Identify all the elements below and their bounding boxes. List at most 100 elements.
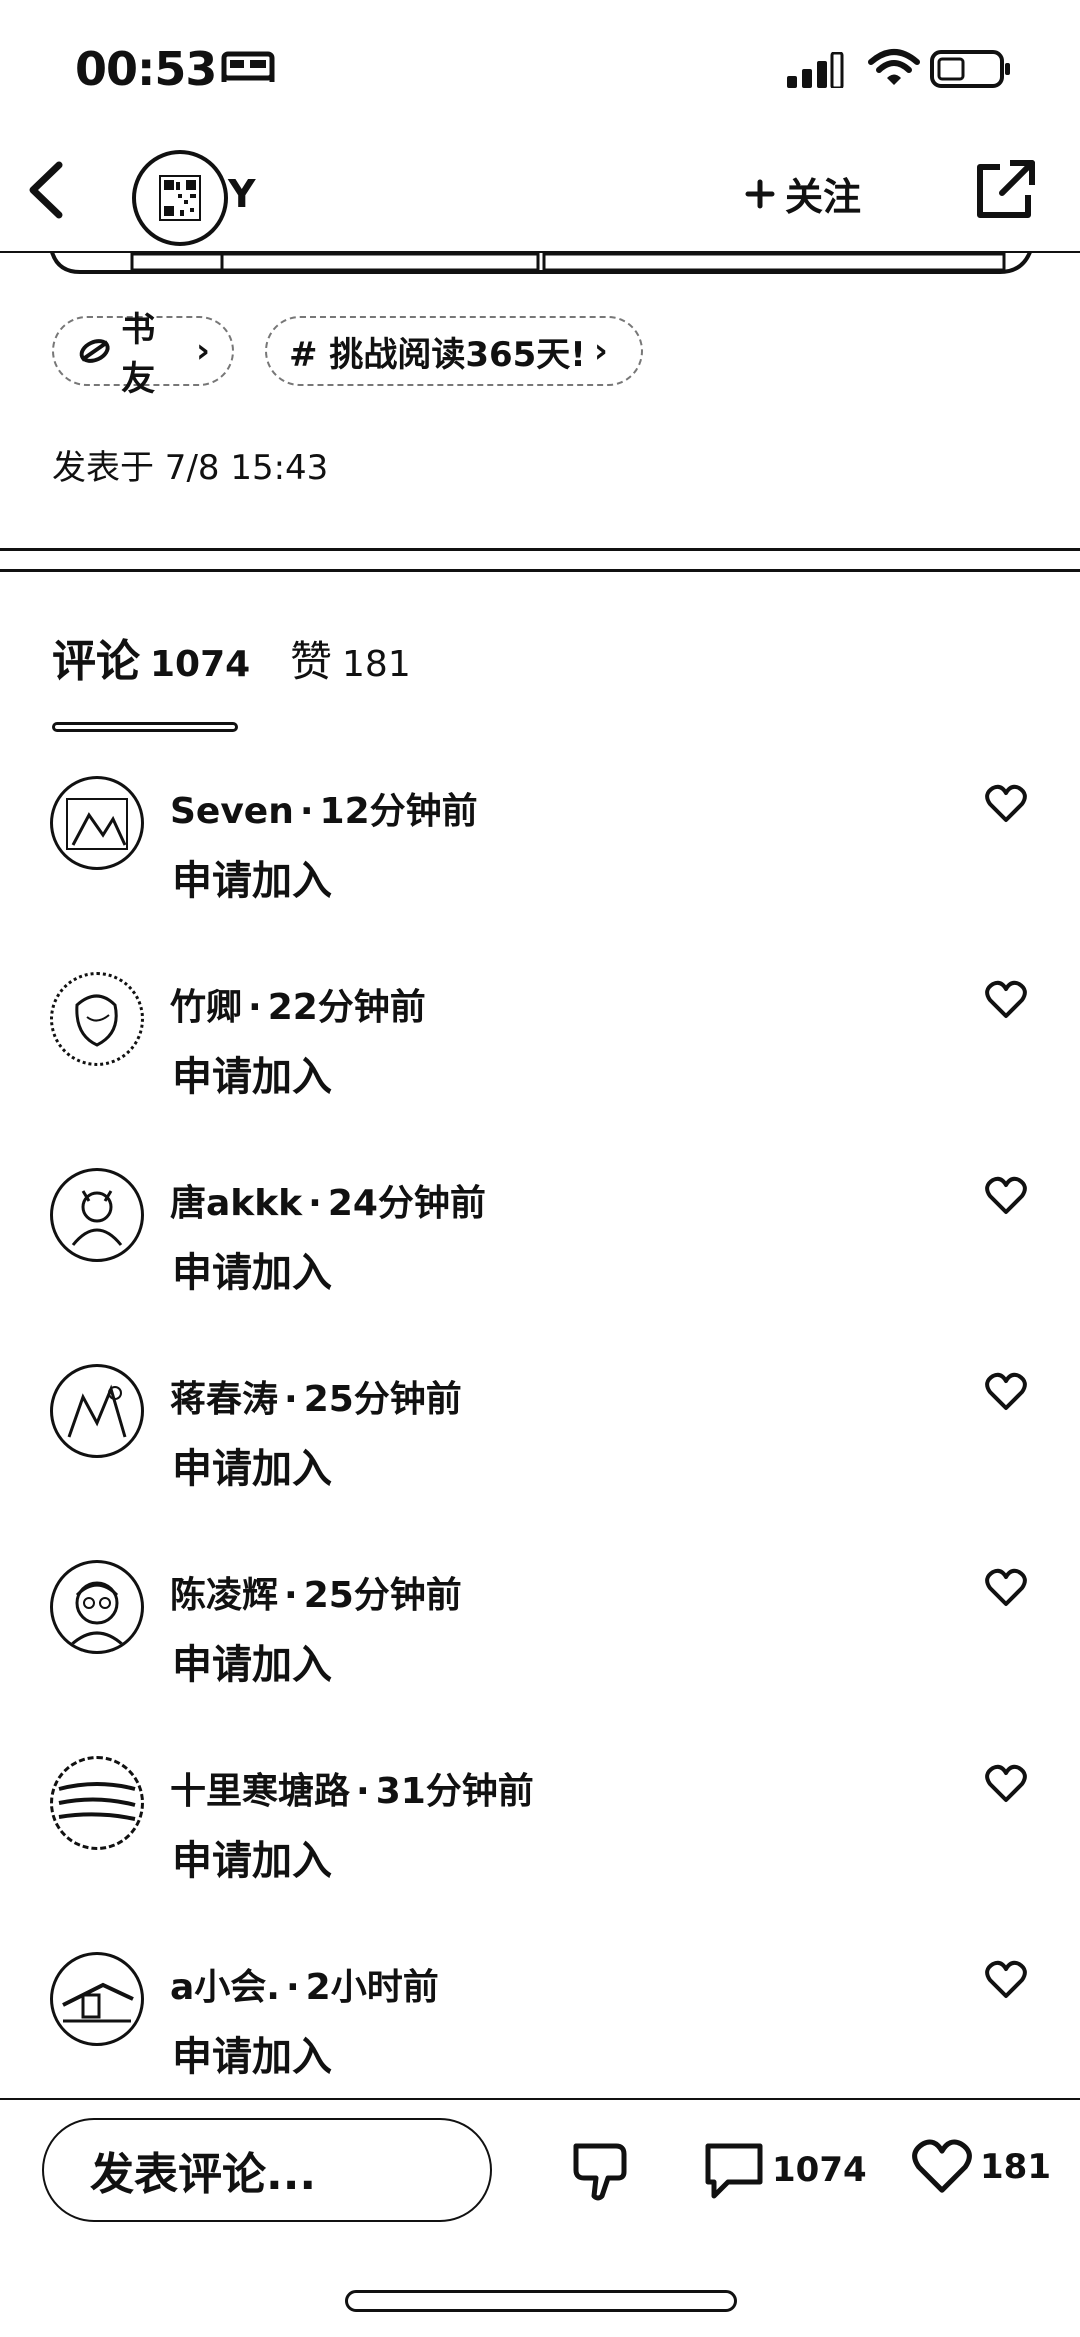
separator-dot: · [284, 1379, 298, 1420]
sleep-focus-icon [220, 50, 276, 86]
dislike-button[interactable] [568, 2138, 634, 2204]
avatar[interactable] [50, 1756, 144, 1850]
comment-author[interactable]: 竹卿 [170, 987, 242, 1028]
heart-icon [985, 1764, 1027, 1802]
tag-label: # 挑战阅读365天! [289, 334, 586, 375]
chevron-right-icon: › [195, 331, 210, 371]
like-button[interactable] [985, 1764, 1027, 1804]
avatar[interactable] [50, 1952, 144, 2046]
home-indicator[interactable] [345, 2290, 737, 2312]
share-button[interactable] [970, 155, 1040, 225]
cellular-signal-icon [785, 52, 847, 88]
comment-time: 25分钟前 [303, 1379, 462, 1420]
comment-input[interactable]: 发表评论... [42, 2118, 492, 2222]
like-button[interactable] [985, 980, 1027, 1020]
like-button[interactable] [985, 1176, 1027, 1216]
comment-item: a小会. · 2小时前 申请加入 [0, 1944, 1080, 2140]
avatar[interactable] [50, 1364, 144, 1458]
wifi-icon [868, 48, 920, 88]
avatar[interactable] [50, 1560, 144, 1654]
comment-time: 2小时前 [305, 1967, 439, 2008]
comment-text[interactable]: 申请加入 [172, 1044, 332, 1102]
like-button[interactable] [985, 1372, 1027, 1412]
tag-label: 书友 [121, 310, 156, 399]
comment-author[interactable]: 十里寒塘路 [170, 1771, 350, 1812]
comment-meta: 蒋春涛 · 25分钟前 [170, 1370, 462, 1422]
heart-icon [985, 1568, 1027, 1606]
bottom-bar-divider [0, 2098, 1080, 2100]
comment-item: 陈凌辉 · 25分钟前 申请加入 [0, 1552, 1080, 1748]
comment-item: 十里寒塘路 · 31分钟前 申请加入 [0, 1748, 1080, 1944]
heart-icon [985, 1176, 1027, 1214]
post-timestamp: 发表于 7/8 15:43 [52, 448, 329, 488]
tab-count: 181 [342, 644, 411, 685]
comment-text[interactable]: 申请加入 [172, 848, 332, 906]
tab-likes[interactable]: 赞 181 [290, 628, 411, 689]
separator-dot: · [285, 1967, 300, 2008]
heart-icon [985, 1960, 1027, 1998]
like-post-button[interactable]: 181 [910, 2138, 1051, 2196]
comment-meta: 十里寒塘路 · 31分钟前 [170, 1762, 534, 1814]
comment-text[interactable]: 申请加入 [172, 1828, 332, 1886]
comment-time: 31分钟前 [375, 1771, 534, 1812]
comment-text[interactable]: 申请加入 [172, 1240, 332, 1298]
comment-meta: 竹卿 · 22分钟前 [170, 978, 426, 1030]
like-button[interactable] [985, 1568, 1027, 1608]
separator-dot: · [284, 1575, 298, 1616]
separator-dot: · [308, 1183, 322, 1224]
comment-meta: a小会. · 2小时前 [170, 1958, 439, 2010]
avatar[interactable] [50, 1168, 144, 1262]
heart-icon [985, 784, 1027, 822]
comment-time: 22分钟前 [267, 987, 426, 1028]
book-card-edge [0, 236, 1080, 284]
follow-label: 关注 [785, 175, 862, 219]
tag-book-friend[interactable]: 书友 › [52, 310, 234, 399]
comment-meta: 唐akkk · 24分钟前 [170, 1174, 486, 1226]
heart-icon [985, 980, 1027, 1018]
comment-item: Seven · 12分钟前 申请加入 [0, 768, 1080, 964]
chat-bubble-icon [705, 2143, 763, 2199]
battery-icon [930, 50, 1012, 88]
comment-author[interactable]: 陈凌辉 [170, 1575, 278, 1616]
comment-text[interactable]: 申请加入 [172, 1632, 332, 1690]
like-button[interactable] [985, 1960, 1027, 2000]
tab-comments[interactable]: 评论 1074 [52, 625, 250, 689]
comment-author[interactable]: 蒋春涛 [170, 1379, 278, 1420]
tag-reading-challenge[interactable]: # 挑战阅读365天! › [265, 316, 643, 386]
share-external-icon [977, 160, 1035, 218]
chevron-right-icon: › [593, 331, 608, 371]
comment-item: 蒋春涛 · 25分钟前 申请加入 [0, 1356, 1080, 1552]
comment-author[interactable]: a小会. [170, 1967, 280, 2008]
avatar[interactable] [50, 776, 144, 870]
link-icon [79, 339, 110, 363]
chevron-left-icon [29, 161, 63, 219]
comments-button[interactable]: 1074 [702, 2140, 867, 2200]
author-name[interactable]: Y [228, 172, 256, 216]
like-count: 181 [980, 2147, 1051, 2187]
separator-dot: · [299, 791, 314, 832]
comment-meta: 陈凌辉 · 25分钟前 [170, 1566, 462, 1618]
tab-count: 1074 [150, 644, 251, 685]
author-avatar[interactable] [132, 150, 228, 246]
comment-count: 1074 [772, 2150, 867, 2190]
back-button[interactable] [15, 155, 85, 225]
status-time: 00:53 [75, 42, 217, 96]
active-tab-indicator [52, 722, 238, 732]
comment-text[interactable]: 申请加入 [172, 1436, 332, 1494]
section-divider [0, 548, 1080, 572]
comment-item: 唐akkk · 24分钟前 申请加入 [0, 1160, 1080, 1356]
comment-author[interactable]: Seven [170, 791, 294, 832]
comment-time: 24分钟前 [327, 1183, 486, 1224]
qr-code-icon [159, 175, 201, 221]
follow-button[interactable]: 关注 [745, 166, 861, 221]
heart-icon [985, 1372, 1027, 1410]
comment-text[interactable]: 申请加入 [172, 2024, 332, 2082]
comment-author[interactable]: 唐akkk [170, 1183, 302, 1224]
tab-label: 赞 [290, 637, 333, 686]
comment-time: 25分钟前 [303, 1575, 462, 1616]
avatar[interactable] [50, 972, 144, 1066]
tab-label: 评论 [52, 636, 140, 687]
comment-item: 竹卿 · 22分钟前 申请加入 [0, 964, 1080, 1160]
plus-icon [745, 179, 775, 208]
like-button[interactable] [985, 784, 1027, 824]
